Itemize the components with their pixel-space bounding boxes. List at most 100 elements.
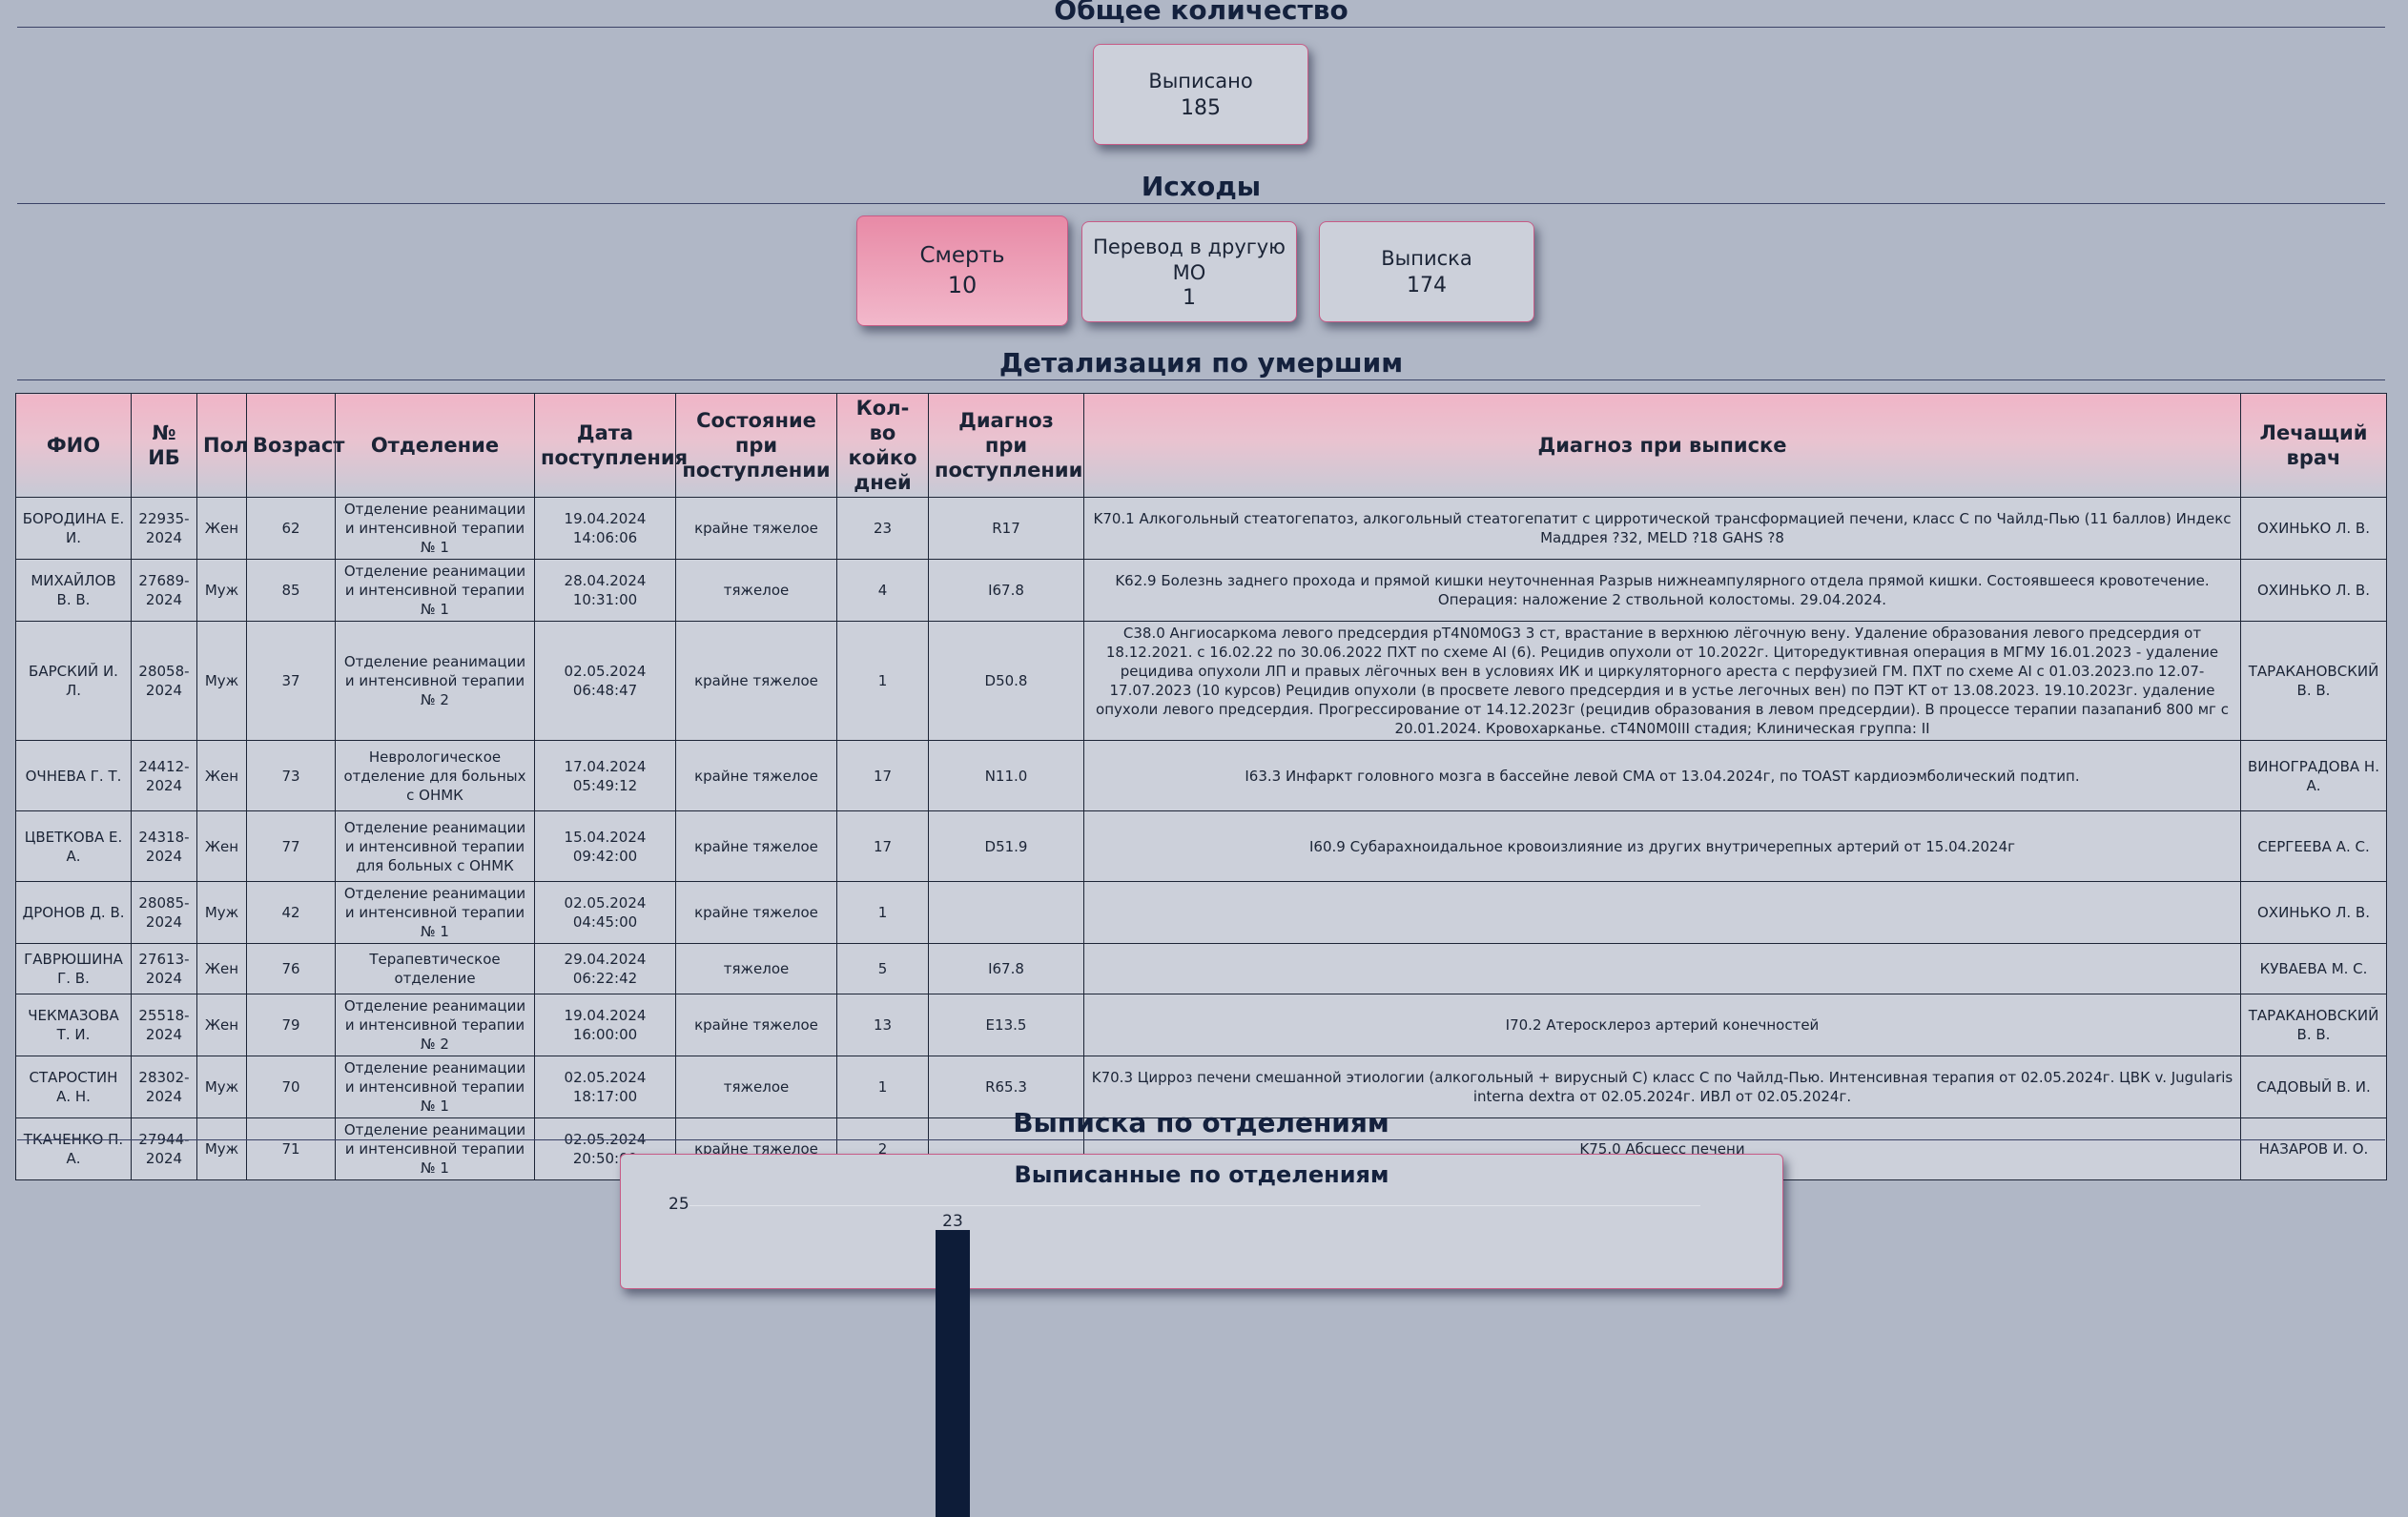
dept-section-title: Выписка по отделениям — [17, 1107, 2385, 1140]
chart-title: Выписанные по отделениям — [1014, 1161, 1389, 1188]
cell-admission-diagnosis: I67.8 — [928, 559, 1084, 622]
cell-admission-date: 02.05.2024 04:45:00 — [534, 881, 676, 944]
header-sex[interactable]: Пол — [196, 393, 248, 498]
cell-discharge-diagnosis: C38.0 Ангиосаркома левого предсердия pT4… — [1083, 621, 2241, 741]
cell-fio: ОЧНЕВА Г. Т. — [15, 740, 132, 811]
cell-department: Отделение реанимации и интенсивной терап… — [335, 497, 535, 560]
cell-sex: Жен — [196, 994, 247, 1056]
cell-bed-days: 13 — [836, 994, 929, 1056]
cell-admission-state: крайне тяжелое — [675, 994, 837, 1056]
cell-admission-diagnosis: I67.8 — [928, 943, 1084, 994]
chart-gridline — [689, 1205, 1700, 1206]
outcome-death-label: Смерть — [919, 243, 1005, 268]
cell-discharge-diagnosis: K62.9 Болезнь заднего прохода и прямой к… — [1083, 559, 2241, 622]
discharged-total-value: 185 — [1181, 95, 1221, 120]
cell-admission-diagnosis: N11.0 — [928, 740, 1084, 811]
cell-sex: Муж — [196, 881, 247, 944]
cell-age: 79 — [246, 994, 336, 1056]
total-section-title: Общее количество — [17, 0, 2385, 28]
outcome-death-value: 10 — [947, 272, 978, 298]
cell-department: Отделение реанимации и интенсивной терап… — [335, 881, 535, 944]
cell-ib-number: 24318-2024 — [131, 810, 197, 882]
table-row[interactable]: ОЧНЕВА Г. Т. 24412-2024 Жен 73 Неврологическ… — [15, 740, 2387, 811]
table-row[interactable]: ЦВЕТКОВА Е. А. 24318-2024 Жен 77 Отделение р… — [15, 810, 2387, 882]
cell-age: 77 — [246, 810, 336, 882]
table-row[interactable]: ГАВРЮШИНА Г. В. 27613-2024 Жен 76 Терапевтич… — [15, 943, 2387, 994]
header-admission-diagnosis[interactable]: Диагноз при поступлении — [928, 393, 1084, 498]
header-discharge-diagnosis[interactable]: Диагноз при выписке — [1083, 393, 2241, 498]
cell-discharge-diagnosis — [1083, 881, 2241, 944]
chart-ytick: 25 — [669, 1195, 689, 1214]
header-admission-state[interactable]: Состояние при поступлении — [675, 393, 837, 498]
cell-fio: ГАВРЮШИНА Г. В. — [15, 943, 132, 994]
cell-admission-date: 28.04.2024 10:31:00 — [534, 559, 676, 622]
deceased-section-title: Детализация по умершим — [17, 347, 2385, 380]
header-attending-doctor[interactable]: Лечащий врач — [2240, 393, 2387, 498]
cell-ib-number: 27689-2024 — [131, 559, 197, 622]
cell-bed-days: 5 — [836, 943, 929, 994]
cell-ib-number: 25518-2024 — [131, 994, 197, 1056]
header-fio[interactable]: ФИО — [15, 393, 132, 498]
cell-admission-state: крайне тяжелое — [675, 881, 837, 944]
cell-bed-days: 23 — [836, 497, 929, 560]
dept-chart-card: Выписанные по отделениям 25 23 — [620, 1154, 1783, 1517]
cell-age: 76 — [246, 943, 336, 994]
cell-sex: Жен — [196, 943, 247, 994]
outcome-card-discharge[interactable]: Выписка 174 — [1319, 221, 1534, 322]
table-row[interactable]: БАРСКИЙ И. Л. 28058-2024 Муж 37 Отделение ре… — [15, 621, 2387, 741]
header-bed-days[interactable]: Кол-во койко дней — [836, 393, 929, 498]
cell-admission-state: тяжелое — [675, 943, 837, 994]
cell-discharge-diagnosis: I70.2 Атеросклероз артерий конечностей — [1083, 994, 2241, 1056]
cell-bed-days: 4 — [836, 559, 929, 622]
outcome-discharge-label: Выписка — [1381, 246, 1472, 270]
cell-ib-number: 28085-2024 — [131, 881, 197, 944]
cell-admission-diagnosis: D51.9 — [928, 810, 1084, 882]
cell-admission-diagnosis — [928, 881, 1084, 944]
outcome-card-death[interactable]: Смерть 10 — [856, 215, 1068, 326]
discharged-total-card[interactable]: Выписано 185 — [1093, 44, 1308, 145]
cell-attending-doctor: СЕРГЕЕВА А. С. — [2240, 810, 2387, 882]
table-row[interactable]: ЧЕКМАЗОВА Т. И. 25518-2024 Жен 79 Отделение … — [15, 994, 2387, 1056]
header-age[interactable]: Возраст — [246, 393, 344, 498]
outcome-transfer-label: Перевод в другую МО — [1093, 235, 1286, 284]
table-row[interactable]: ДРОНОВ Д. В. 28085-2024 Муж 42 Отделение реа… — [15, 881, 2387, 944]
cell-department: Отделение реанимации и интенсивной терап… — [335, 559, 535, 622]
cell-sex: Муж — [196, 621, 247, 741]
cell-admission-diagnosis: D50.8 — [928, 621, 1084, 741]
cell-sex: Муж — [196, 559, 247, 622]
cell-attending-doctor: ВИНОГРАДОВА Н. А. — [2240, 740, 2387, 811]
cell-sex: Жен — [196, 810, 247, 882]
discharged-total-label: Выписано — [1148, 69, 1253, 92]
cell-age: 73 — [246, 740, 336, 811]
cell-admission-date: 29.04.2024 06:22:42 — [534, 943, 676, 994]
cell-attending-doctor: ТАРАКАНОВСКИЙ В. В. — [2240, 621, 2387, 741]
table-row[interactable]: МИХАЙЛОВ В. В. 27689-2024 Муж 85 Отделение р… — [15, 559, 2387, 622]
cell-attending-doctor: ОХИНЬКО Л. В. — [2240, 881, 2387, 944]
chart-bar[interactable] — [936, 1230, 970, 1517]
cell-age: 85 — [246, 559, 336, 622]
cell-admission-diagnosis: R17 — [928, 497, 1084, 560]
cell-bed-days: 1 — [836, 621, 929, 741]
cell-admission-date: 17.04.2024 05:49:12 — [534, 740, 676, 811]
header-admission-date[interactable]: Дата поступления — [534, 393, 688, 498]
cell-discharge-diagnosis — [1083, 943, 2241, 994]
cell-fio: ДРОНОВ Д. В. — [15, 881, 132, 944]
header-ib-number[interactable]: № ИБ — [131, 393, 197, 498]
cell-admission-date: 19.04.2024 16:00:00 — [534, 994, 676, 1056]
cell-department: Отделение реанимации и интенсивной терап… — [335, 810, 535, 882]
cell-admission-state: крайне тяжелое — [675, 810, 837, 882]
cell-bed-days: 17 — [836, 810, 929, 882]
outcome-card-transfer[interactable]: Перевод в другую МО 1 — [1081, 221, 1297, 322]
cell-ib-number: 28058-2024 — [131, 621, 197, 741]
cell-admission-date: 02.05.2024 06:48:47 — [534, 621, 676, 741]
cell-attending-doctor: ОХИНЬКО Л. В. — [2240, 497, 2387, 560]
cell-ib-number: 22935-2024 — [131, 497, 197, 560]
table-row[interactable]: БОРОДИНА Е. И. 22935-2024 Жен 62 Отделение р… — [15, 497, 2387, 560]
header-department[interactable]: Отделение — [335, 393, 535, 498]
cell-bed-days: 1 — [836, 881, 929, 944]
cell-fio: ЧЕКМАЗОВА Т. И. — [15, 994, 132, 1056]
cell-attending-doctor: ОХИНЬКО Л. В. — [2240, 559, 2387, 622]
cell-admission-date: 19.04.2024 14:06:06 — [534, 497, 676, 560]
cell-admission-state: крайне тяжелое — [675, 497, 837, 560]
cell-age: 62 — [246, 497, 336, 560]
